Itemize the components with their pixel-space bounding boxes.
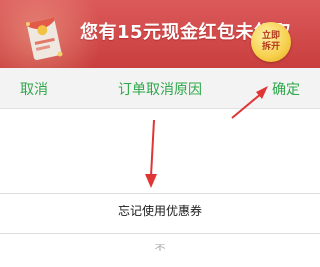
open-red-packet-button[interactable]: 立即 拆开 [251,22,291,62]
reason-picker-wheel[interactable]: 忘记使用优惠券 不 [0,109,320,267]
red-packet-icon [26,17,63,60]
selection-line-bottom [0,233,320,234]
open-button-line2: 拆开 [261,42,280,52]
selection-line-top [0,193,320,194]
option-selected[interactable]: 忘记使用优惠券 [0,202,320,219]
picker-header: 取消 订单取消原因 确定 [0,68,320,109]
confirm-button[interactable]: 确定 [272,79,300,99]
open-button-line1: 立即 [261,31,280,41]
red-packet-banner[interactable]: 您有15元现金红包未领取 立即 拆开 [0,0,320,68]
option-next[interactable]: 不 [0,243,320,253]
